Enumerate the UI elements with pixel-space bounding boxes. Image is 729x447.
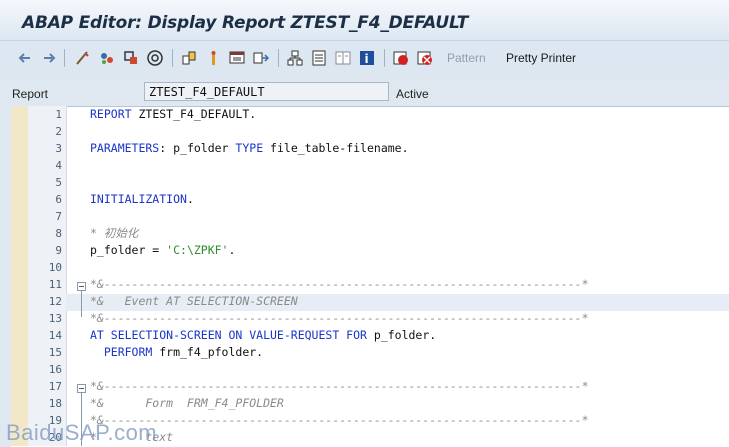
line-number: 1 [55, 108, 62, 121]
line-number: 2 [55, 125, 62, 138]
code-text: . [186, 192, 194, 206]
where-used-icon[interactable] [180, 49, 198, 67]
code-text: file_table-filename. [263, 141, 409, 155]
line-number: 7 [55, 210, 62, 223]
code-line[interactable]: *& Event AT SELECTION-SCREEN [90, 293, 298, 310]
pretty-printer-button[interactable]: Pretty Printer [506, 51, 576, 65]
window-title: ABAP Editor: Display Report ZTEST_F4_DEF… [22, 13, 469, 33]
report-label: Report [12, 87, 49, 101]
keyword: REPORT [90, 107, 132, 121]
display-object-list-icon[interactable] [286, 49, 304, 67]
status-text: Active [396, 87, 429, 101]
code-text: . [228, 243, 236, 257]
split-screen-icon[interactable] [334, 49, 352, 67]
line-number: 3 [55, 142, 62, 155]
string-literal: 'C:\ZPKF' [166, 243, 229, 257]
line-number: 9 [55, 244, 62, 257]
toolbar-separator [278, 49, 279, 67]
line-number: 15 [48, 346, 62, 359]
code-line[interactable]: REPORT ZTEST_F4_DEFAULT. [90, 106, 256, 123]
code-text: p_folder = [90, 243, 167, 257]
layout-icon[interactable] [310, 49, 328, 67]
code-line[interactable]: *&--------------------------------------… [90, 276, 589, 293]
other-object-icon[interactable] [74, 49, 92, 67]
code-line[interactable]: *&--------------------------------------… [90, 412, 589, 429]
line-number: 11 [48, 278, 62, 291]
toolbar-separator [172, 49, 173, 67]
code-line[interactable]: *& Form FRM_F4_PFOLDER [90, 395, 284, 412]
comment: *&--------------------------------------… [90, 413, 589, 427]
test-icon[interactable] [146, 49, 164, 67]
back-icon[interactable] [16, 49, 34, 67]
line-number: 12 [48, 295, 62, 308]
code-line[interactable]: INITIALIZATION. [90, 191, 194, 208]
code-line[interactable]: * 初始化 [90, 225, 138, 242]
line-number: 8 [55, 227, 62, 240]
fold-guide [81, 291, 82, 317]
help-icon[interactable]: i [358, 49, 376, 67]
forward-icon[interactable] [40, 49, 58, 67]
fold-toggle-icon[interactable] [77, 282, 86, 291]
activate-icon[interactable] [122, 49, 140, 67]
enhance-icon[interactable] [204, 49, 222, 67]
code-line[interactable]: p_folder = 'C:\ZPKF'. [90, 242, 235, 259]
keyword: PERFORM [90, 345, 153, 359]
comment: *& Form FRM_F4_PFOLDER [90, 396, 284, 410]
watermark: BaiduSAP.com [6, 420, 158, 445]
comment: *&--------------------------------------… [90, 311, 589, 325]
code-line[interactable]: PERFORM frm_f4_pfolder. [90, 344, 263, 361]
code-text: ZTEST_F4_DEFAULT. [131, 107, 257, 121]
toolbar-separator [64, 49, 65, 67]
comment: *&--------------------------------------… [90, 379, 589, 393]
code-text: frm_f4_pfolder. [152, 345, 264, 359]
line-number: 18 [48, 397, 62, 410]
line-number: 6 [55, 193, 62, 206]
line-number: 16 [48, 363, 62, 376]
report-name-field[interactable]: ZTEST_F4_DEFAULT [144, 82, 389, 101]
fold-toggle-icon[interactable] [77, 384, 86, 393]
keyword: PARAMETERS [90, 141, 160, 155]
remove-breakpoint-icon[interactable] [416, 49, 434, 67]
navigation-window-icon[interactable] [228, 49, 246, 67]
line-number: 10 [48, 261, 62, 274]
comment: *&--------------------------------------… [90, 277, 589, 291]
title-bar: ABAP Editor: Display Report ZTEST_F4_DEF… [0, 0, 729, 40]
line-number: 17 [48, 380, 62, 393]
set-breakpoint-icon[interactable] [392, 49, 410, 67]
code-line[interactable]: *&--------------------------------------… [90, 310, 589, 327]
line-number: 5 [55, 176, 62, 189]
insert-statement-icon[interactable] [252, 49, 270, 67]
svg-text:i: i [365, 52, 369, 66]
code-line[interactable]: AT SELECTION-SCREEN ON VALUE-REQUEST FOR… [90, 327, 436, 344]
breakpoint-gutter[interactable] [11, 106, 29, 446]
code-line[interactable]: PARAMETERS: p_folder TYPE file_table-fil… [90, 140, 409, 157]
keyword: AT SELECTION-SCREEN ON VALUE-REQUEST FOR [90, 328, 367, 342]
check-icon[interactable] [98, 49, 116, 67]
line-number: 13 [48, 312, 62, 325]
line-number: 4 [55, 159, 62, 172]
application-toolbar: i Pattern Pretty Printer [0, 40, 729, 75]
pattern-button[interactable]: Pattern [447, 51, 486, 65]
line-number: 14 [48, 329, 62, 342]
keyword: TYPE [235, 141, 264, 155]
keyword: INITIALIZATION [90, 192, 187, 206]
code-text: p_folder. [366, 328, 437, 342]
comment: *& Event AT SELECTION-SCREEN [90, 294, 298, 308]
code-line[interactable]: *&--------------------------------------… [90, 378, 589, 395]
comment: * 初始化 [90, 226, 139, 240]
code-text: : p_folder [159, 141, 236, 155]
toolbar-separator [384, 49, 385, 67]
